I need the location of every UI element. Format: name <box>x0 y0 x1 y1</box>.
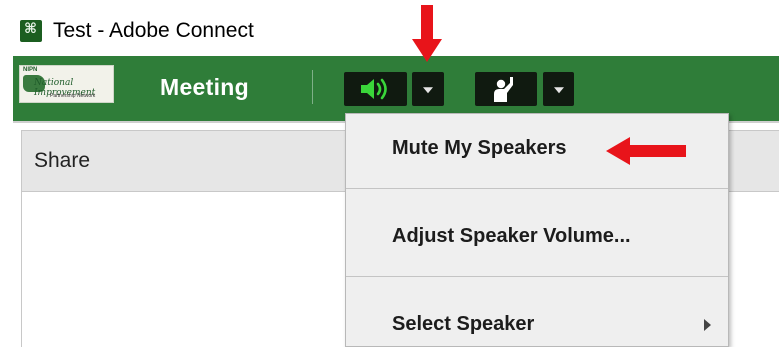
menu-item-label: Mute My Speakers <box>392 137 567 159</box>
menu-item-adjust-speaker-volume[interactable]: Adjust Speaker Volume... <box>346 189 728 275</box>
logo-abbrev: NIPN <box>23 67 38 73</box>
adobe-connect-icon: ⌘ <box>20 20 42 42</box>
red-arrow-left-icon <box>606 137 686 165</box>
chevron-down-icon <box>553 87 564 94</box>
menu-item-select-speaker[interactable]: Select Speaker <box>346 277 728 347</box>
submenu-arrow-icon <box>704 319 711 331</box>
menu-item-label: Select Speaker <box>392 313 535 335</box>
status-options-dropdown[interactable] <box>543 72 574 106</box>
pod-header-strip <box>727 130 779 192</box>
chevron-down-icon <box>423 87 433 94</box>
logo-subtitle: Partnership Network <box>50 93 96 99</box>
speaker-icon <box>361 78 387 100</box>
meeting-menu[interactable]: Meeting <box>160 74 249 101</box>
menu-item-label: Adjust Speaker Volume... <box>392 225 631 247</box>
organization-logo: NIPN National Improvement Partnership Ne… <box>19 65 114 103</box>
raise-hand-button[interactable] <box>475 72 537 106</box>
window-title-bar: ⌘ Test - Adobe Connect <box>0 0 779 56</box>
menu-bar: NIPN National Improvement Partnership Ne… <box>13 56 779 121</box>
raise-hand-icon <box>494 77 513 102</box>
window-title: Test - Adobe Connect <box>53 19 254 42</box>
share-pod-header: Share <box>21 130 351 192</box>
menu-divider <box>312 70 313 104</box>
share-pod-body <box>21 192 351 347</box>
red-arrow-down-icon <box>412 5 442 62</box>
share-pod-title: Share <box>34 149 91 172</box>
speaker-button[interactable] <box>344 72 407 106</box>
speaker-options-dropdown[interactable] <box>412 72 444 106</box>
